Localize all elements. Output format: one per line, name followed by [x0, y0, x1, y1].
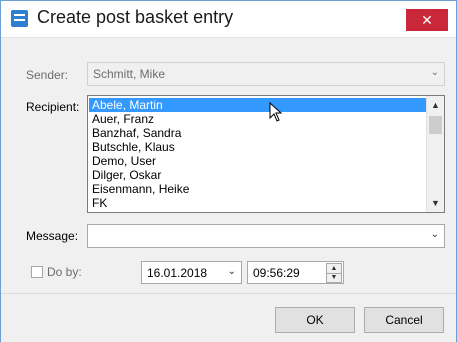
- chevron-down-icon[interactable]: ⌄: [228, 266, 236, 277]
- message-combobox[interactable]: ⌄: [87, 224, 445, 248]
- message-label-text: Message:: [26, 229, 79, 243]
- date-value: 16.01.2018: [147, 266, 208, 280]
- spin-down-icon[interactable]: ▼: [327, 273, 341, 282]
- close-icon: ✕: [421, 12, 433, 28]
- scroll-up-icon[interactable]: ▲: [427, 98, 444, 112]
- message-label: Message:: [26, 229, 78, 243]
- list-item[interactable]: Dilger, Oskar: [89, 168, 427, 182]
- time-spinner[interactable]: ▲ ▼: [326, 263, 342, 283]
- chevron-down-icon[interactable]: ⌄: [431, 229, 439, 240]
- list-item[interactable]: Abele, Martin: [89, 98, 427, 112]
- cancel-button-label: Cancel: [385, 313, 423, 327]
- list-item[interactable]: Banzhaf, Sandra: [89, 126, 427, 140]
- ok-button-label: OK: [306, 313, 324, 327]
- window-title: Create post basket entry: [37, 7, 234, 27]
- sender-value: Schmitt, Mike: [93, 67, 166, 81]
- recipient-listbox[interactable]: Abele, Martin Auer, Franz Banzhaf, Sandr…: [87, 95, 445, 213]
- recipient-label-text: Recipient:: [26, 100, 80, 114]
- sender-combobox: Schmitt, Mike ⌄: [87, 62, 445, 86]
- close-button[interactable]: ✕: [406, 9, 448, 31]
- do-by-label: Do by:: [47, 265, 82, 279]
- list-item[interactable]: Butschle, Klaus: [89, 140, 427, 154]
- app-icon: [11, 10, 28, 27]
- ok-button[interactable]: OK: [275, 307, 355, 333]
- cancel-button[interactable]: Cancel: [364, 307, 444, 333]
- date-picker[interactable]: 16.01.2018 ⌄: [141, 261, 242, 284]
- recipient-scrollbar[interactable]: ▲ ▼: [426, 96, 444, 212]
- list-item[interactable]: Demo, User: [89, 154, 427, 168]
- mouse-pointer-icon: [269, 102, 283, 122]
- title-bar: Create post basket entry ✕: [1, 1, 456, 37]
- list-item[interactable]: Eisenmann, Heike: [89, 182, 427, 196]
- list-item[interactable]: Auer, Franz: [89, 112, 427, 126]
- footer-separator: [1, 293, 456, 294]
- sender-label-text: Sender:: [26, 68, 69, 82]
- do-by-label-text: Do by:: [47, 265, 82, 279]
- scroll-thumb[interactable]: [429, 116, 442, 134]
- scroll-down-icon[interactable]: ▼: [427, 196, 444, 210]
- chevron-down-icon: ⌄: [430, 67, 439, 78]
- dialog-window: Create post basket entry ✕ Sender: Schmi…: [0, 0, 457, 342]
- list-item[interactable]: FK: [89, 196, 427, 210]
- do-by-checkbox[interactable]: [31, 266, 43, 278]
- recipient-label: Recipient:: [26, 100, 79, 114]
- sender-label: Sender:: [26, 68, 68, 82]
- time-value: 09:56:29: [253, 266, 300, 280]
